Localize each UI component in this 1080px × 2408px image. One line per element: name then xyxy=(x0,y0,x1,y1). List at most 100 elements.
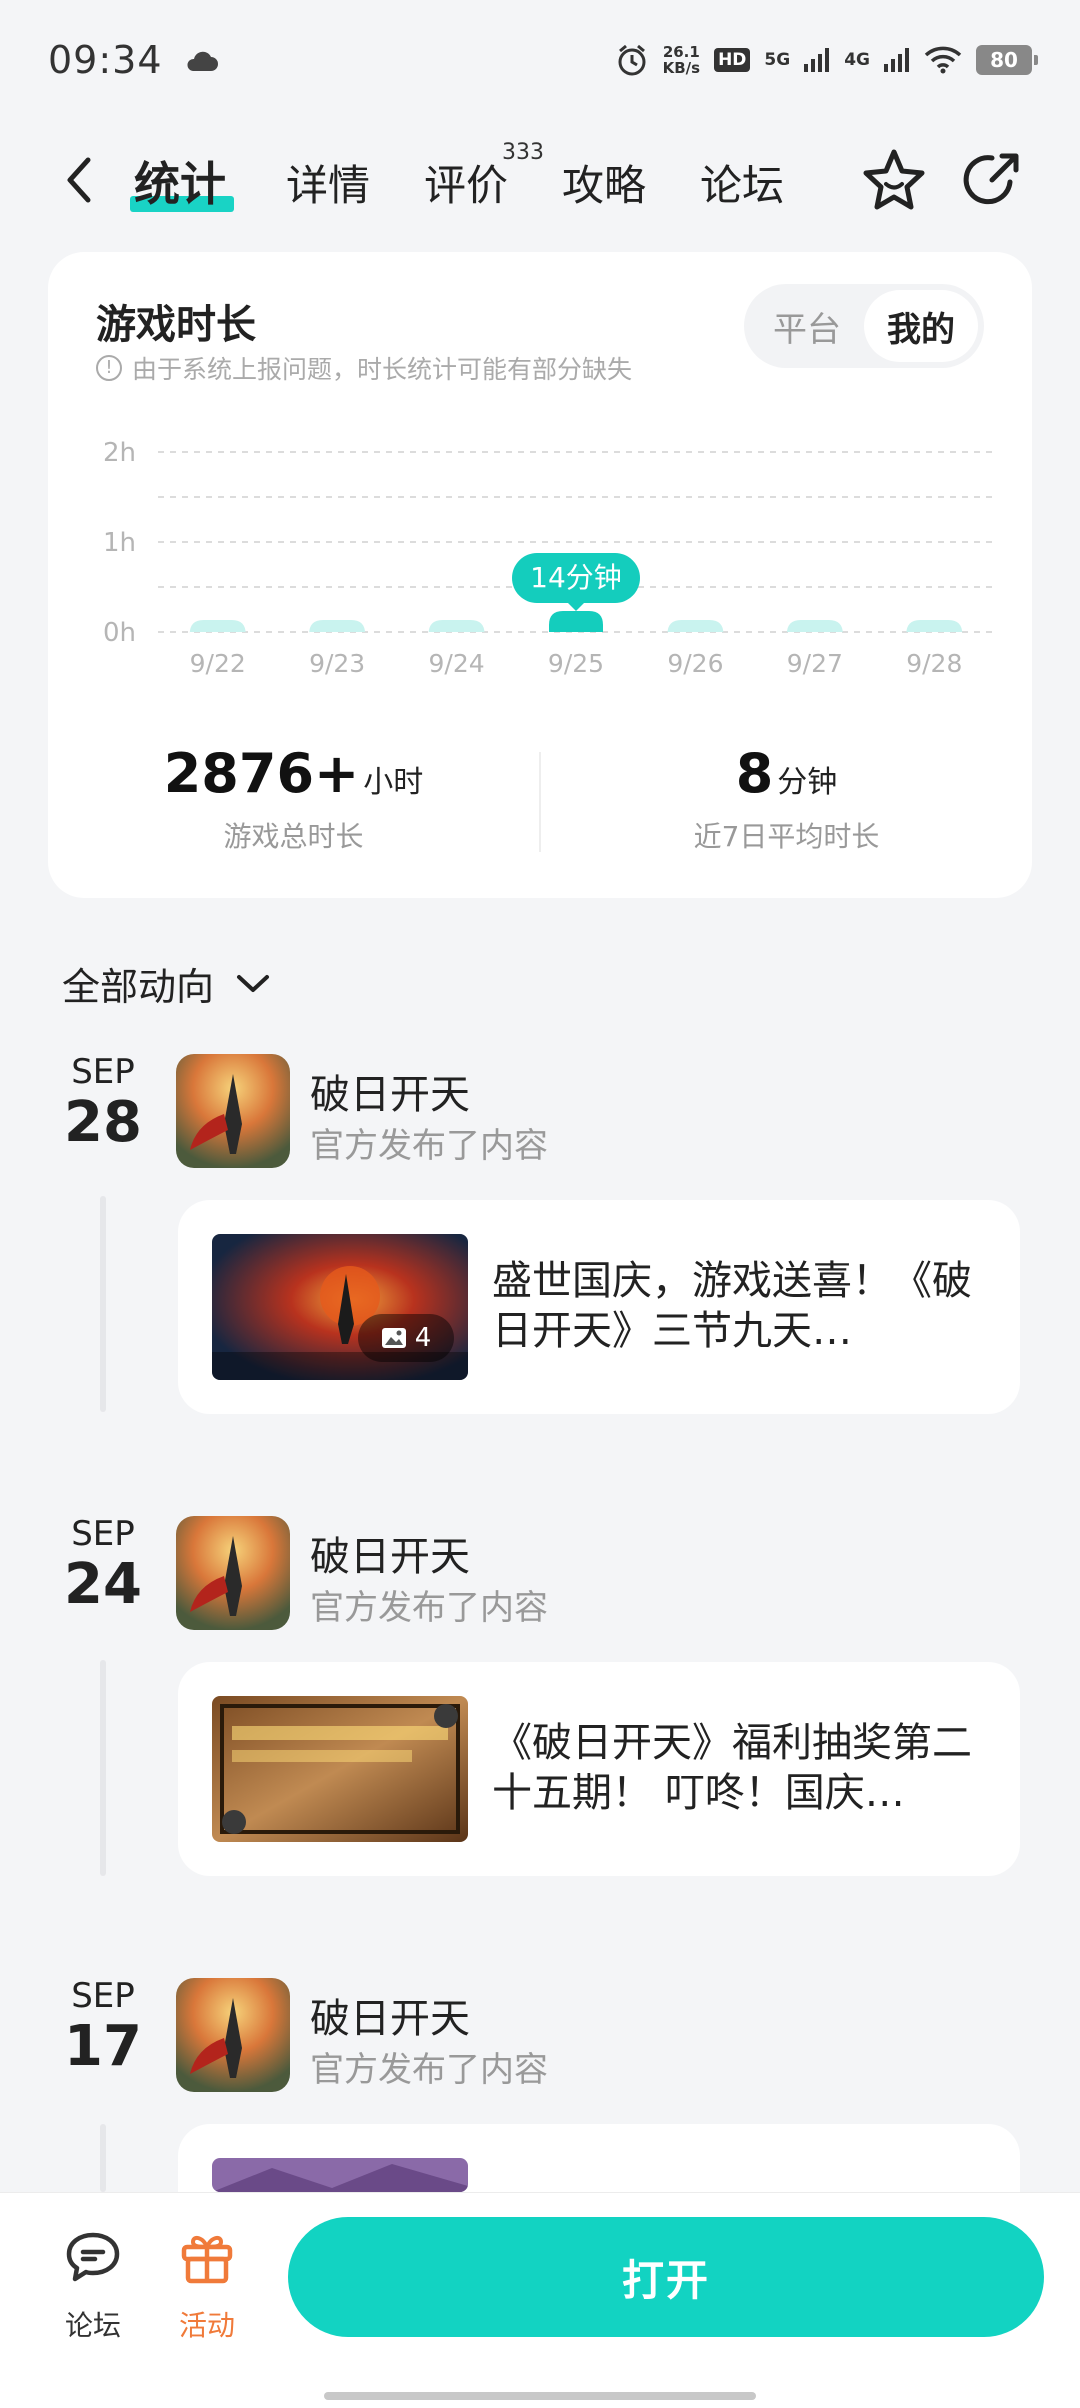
total-playtime: 2876+ 小时 游戏总时长 xyxy=(48,742,539,882)
feed-filter[interactable]: 全部动向 xyxy=(62,956,270,1011)
feed-filter-label: 全部动向 xyxy=(62,965,215,1009)
post-thumbnail-art xyxy=(212,2158,468,2192)
review-count-badge: 333 xyxy=(502,140,544,165)
post-date: SEP 28 xyxy=(48,1052,158,1154)
post-thumbnail[interactable] xyxy=(212,1696,468,1842)
forum-chat-icon xyxy=(66,2232,120,2282)
game-avatar[interactable] xyxy=(176,1054,290,1168)
chart-x-tick-label: 9/27 xyxy=(787,649,843,678)
chart-x-tick-label: 9/24 xyxy=(429,649,485,678)
bottom-action-bar: 论坛 活动 打开 xyxy=(0,2192,1080,2408)
battery-indicator: 80 xyxy=(976,45,1038,75)
post-subtitle: 官方发布了内容 xyxy=(310,2050,548,2090)
tab-reviews[interactable]: 评价 xyxy=(424,152,508,213)
post-card[interactable] xyxy=(178,2124,1020,2192)
post-card[interactable]: 4 盛世国庆，游戏送喜！《破日开天》三节九天… xyxy=(178,1200,1020,1414)
chart-tooltip-pointer xyxy=(568,603,584,611)
post-thumbnail[interactable]: 4 xyxy=(212,1234,468,1380)
status-bar: 09:34 26.1 KB/s HD 5G 4G 80 xyxy=(0,0,1080,120)
signal-bars-icon xyxy=(804,48,830,72)
status-time: 09:34 xyxy=(48,38,163,82)
game-avatar[interactable] xyxy=(176,1516,290,1630)
game-name[interactable]: 破日开天 xyxy=(310,1986,470,2044)
status-icons: 26.1 KB/s HD 5G 4G 80 xyxy=(615,43,1038,77)
signal-4g-label: 4G xyxy=(844,50,870,70)
post-day: 28 xyxy=(64,1090,142,1155)
game-avatar-art xyxy=(176,1978,290,2092)
playtime-note-text: 由于系统上报问题，时长统计可能有部分缺失 xyxy=(132,355,633,384)
signal-bars-icon xyxy=(884,48,909,72)
post-month: SEP xyxy=(71,1052,135,1092)
playtime-note: ! 由于系统上报问题，时长统计可能有部分缺失 xyxy=(96,350,632,386)
platform-mine-toggle[interactable]: 平台 我的 xyxy=(744,284,984,368)
total-playtime-label: 游戏总时长 xyxy=(223,820,364,853)
post-subtitle: 官方发布了内容 xyxy=(310,1588,548,1628)
game-avatar-art xyxy=(176,1054,290,1168)
chart-bar xyxy=(667,620,724,634)
tab-guides[interactable]: 攻略 xyxy=(562,152,646,213)
post-subtitle: 官方发布了内容 xyxy=(310,1126,548,1166)
post-title[interactable]: 盛世国庆，游戏送喜！《破日开天》三节九天… xyxy=(492,1256,986,1356)
cloud-icon xyxy=(186,51,218,71)
top-nav: 统计 详情 评价 333 攻略 论坛 xyxy=(0,130,1080,230)
game-avatar[interactable] xyxy=(176,1978,290,2092)
total-playtime-value: 2876+ xyxy=(163,742,360,805)
chevron-down-icon xyxy=(237,974,270,992)
network-speed: 26.1 KB/s xyxy=(663,44,700,76)
chart-bar xyxy=(786,620,843,634)
tab-stats[interactable]: 统计 xyxy=(134,148,226,214)
post-day: 24 xyxy=(64,1552,142,1617)
chart-y-tick-label: 0h xyxy=(103,618,136,648)
chart-y-tick-label: 2h xyxy=(103,438,136,468)
post-thumbnail[interactable] xyxy=(212,2158,468,2192)
chart-x-tick-label: 9/28 xyxy=(906,649,962,678)
chart-x-tick-label: 9/22 xyxy=(190,649,246,678)
wifi-icon xyxy=(924,46,962,74)
post-month: SEP xyxy=(71,1514,135,1554)
chart-tooltip-label: 14分钟 xyxy=(530,561,622,594)
favorite-star-icon[interactable] xyxy=(860,146,928,214)
chart-bar xyxy=(428,620,485,634)
alarm-icon xyxy=(618,44,646,76)
net-speed-unit: KB/s xyxy=(662,59,701,77)
chart-x-tick-label: 9/26 xyxy=(667,649,723,678)
chart-bar xyxy=(309,620,366,634)
playtime-card: 游戏时长 ! 由于系统上报问题，时长统计可能有部分缺失 平台 我的 0h 1h 2h… xyxy=(48,252,1032,898)
post-card[interactable]: 《破日开天》福利抽奖第二十五期！ 叮咚！国庆… xyxy=(178,1662,1020,1876)
tab-forum[interactable]: 论坛 xyxy=(700,152,784,213)
avg-playtime-label: 近7日平均时长 xyxy=(693,820,880,853)
image-count-badge: 4 xyxy=(358,1314,454,1362)
avg-playtime: 8 分钟 近7日平均时长 xyxy=(541,742,1032,882)
info-icon: ! xyxy=(96,355,122,381)
game-avatar-art xyxy=(176,1516,290,1630)
post-thumbnail-art xyxy=(212,1696,468,1842)
share-icon[interactable] xyxy=(958,146,1026,214)
open-game-button[interactable]: 打开 xyxy=(288,2217,1044,2337)
game-name[interactable]: 破日开天 xyxy=(310,1062,470,1120)
forum-button[interactable]: 论坛 xyxy=(48,2227,138,2344)
timeline-line xyxy=(100,1196,106,1412)
avg-playtime-unit: 分钟 xyxy=(777,765,838,800)
game-name[interactable]: 破日开天 xyxy=(310,1524,470,1582)
toggle-mine[interactable]: 我的 xyxy=(864,290,978,362)
activity-button[interactable]: 活动 xyxy=(162,2227,252,2344)
post-title[interactable]: 《破日开天》福利抽奖第二十五期！ 叮咚！国庆… xyxy=(492,1718,986,1818)
chart-bar xyxy=(906,620,963,634)
gift-icon xyxy=(181,2235,233,2284)
hd-badge: HD xyxy=(714,48,751,72)
forum-label: 论坛 xyxy=(64,2309,121,2342)
avg-playtime-value: 8 xyxy=(735,742,774,805)
post-day: 17 xyxy=(64,2014,142,2079)
playtime-summary: 2876+ 小时 游戏总时长 8 分钟 近7日平均时长 xyxy=(48,742,1032,882)
back-arrow-icon[interactable] xyxy=(58,152,102,208)
tab-details[interactable]: 详情 xyxy=(286,152,370,213)
signal-5g-label: 5G xyxy=(764,50,791,70)
playtime-chart-svg: 0h 1h 2h 9/22 9/23 9/24 9/25 14分钟 9/26 9/27 9/28 xyxy=(103,438,994,678)
chart-bar xyxy=(549,611,603,632)
playtime-chart: 0h 1h 2h 9/22 9/23 9/24 9/25 14分钟 9/26 9/27 9/28 xyxy=(88,432,1008,692)
image-icon xyxy=(381,1328,406,1348)
toggle-platform[interactable]: 平台 xyxy=(750,290,864,362)
total-playtime-unit: 小时 xyxy=(363,765,424,800)
chart-y-tick-label: 1h xyxy=(103,528,136,558)
timeline-line xyxy=(100,2124,106,2192)
